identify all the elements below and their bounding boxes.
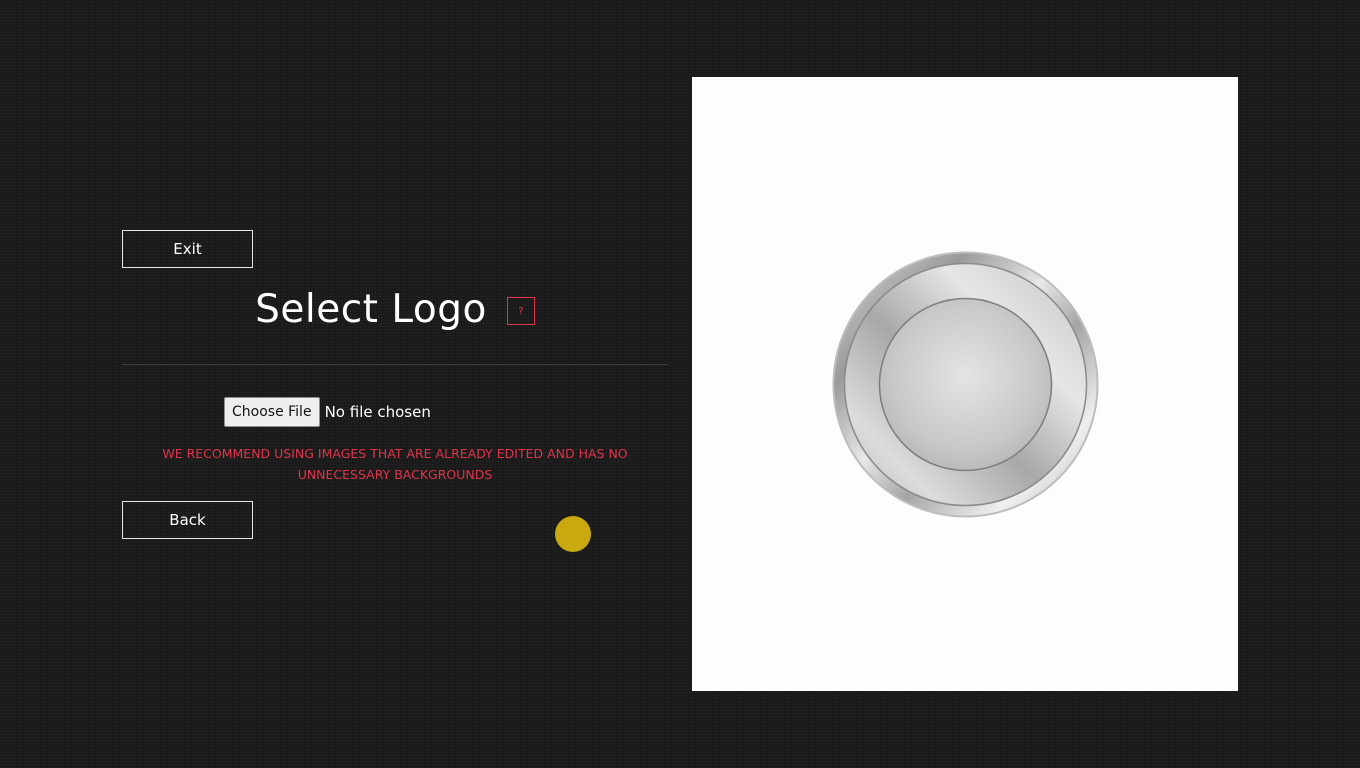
choose-file-button[interactable]: Choose File — [224, 397, 320, 427]
logo-preview-panel — [692, 77, 1238, 691]
help-button[interactable]: ? — [506, 297, 535, 325]
file-input[interactable]: Choose File No file chosen — [224, 397, 431, 427]
file-status-text: No file chosen — [324, 403, 431, 421]
logo-selection-screen: Exit Select Logo ? Choose File No file c… — [0, 0, 1360, 768]
page-title: Select Logo — [255, 286, 487, 332]
cursor-indicator — [555, 516, 591, 552]
back-button-label: Back — [169, 511, 206, 529]
warning-message: WE RECOMMEND USING IMAGES THAT ARE ALREA… — [162, 446, 628, 482]
coin-logo-image — [832, 251, 1099, 518]
help-button-label: ? — [518, 305, 524, 317]
exit-button-label: Exit — [173, 240, 202, 258]
exit-button[interactable]: Exit — [122, 230, 253, 268]
title-row: Select Logo ? — [122, 280, 668, 338]
divider — [122, 364, 668, 365]
back-button[interactable]: Back — [122, 501, 253, 539]
